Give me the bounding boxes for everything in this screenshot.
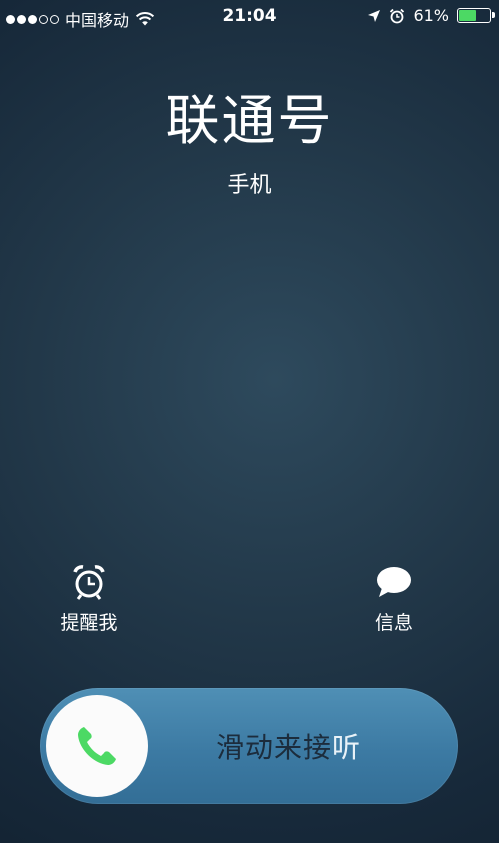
slide-to-answer-track[interactable]: 滑动来接听 <box>40 688 458 804</box>
battery-icon <box>457 8 495 23</box>
battery-level-fill <box>459 10 477 21</box>
caller-number-type: 手机 <box>227 173 272 198</box>
caller-name: 联通号 <box>165 89 334 152</box>
remind-me-button[interactable]: 提醒我 <box>39 562 139 635</box>
battery-percent: 61% <box>413 6 449 25</box>
alarm-clock-icon <box>73 565 105 600</box>
slide-to-answer-label: 滑动来接听 <box>216 726 361 766</box>
answer-slider-knob[interactable] <box>46 695 148 797</box>
message-label: 信息 <box>374 612 413 634</box>
speech-bubble-icon <box>377 567 411 597</box>
phone-icon <box>78 727 116 765</box>
slide-label-part-1: 滑动来接 <box>216 731 333 764</box>
remind-me-label: 提醒我 <box>60 612 118 634</box>
status-bar: 中国移动 21:04 61% <box>0 0 499 34</box>
location-arrow-icon <box>368 9 381 22</box>
message-button[interactable]: 信息 <box>344 562 444 635</box>
alarm-icon <box>390 8 405 23</box>
slide-label-part-2: 听 <box>332 731 362 764</box>
status-right: 61% <box>367 6 495 25</box>
